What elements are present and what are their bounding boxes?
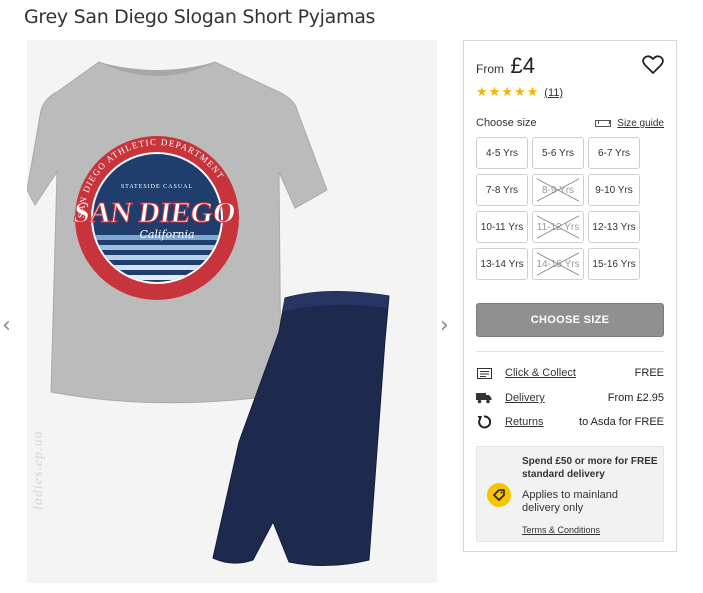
product-image[interactable]: STATESIDE CASUAL SAN DIEGO California SA… <box>27 40 437 583</box>
terms-conditions-link[interactable]: Terms & Conditions <box>522 525 600 535</box>
promo-body: Applies to mainland delivery only <box>522 489 619 514</box>
size-option[interactable]: 12-13 Yrs <box>588 211 640 243</box>
size-guide-link[interactable]: Size guide <box>595 118 664 129</box>
purchase-panel: From £4 ★ ★ ★ ★ ★ (11) Choose size Size … <box>463 40 677 552</box>
watermark: ladies.ep.ua <box>31 430 46 510</box>
choose-size-label: Choose size <box>476 117 537 129</box>
print-main-text: SAN DIEGO <box>72 197 238 229</box>
price-tag-icon <box>487 483 511 507</box>
choose-size-button[interactable]: CHOOSE SIZE <box>476 303 664 337</box>
size-option[interactable]: 13-14 Yrs <box>476 248 528 280</box>
size-option-label: 13-14 Yrs <box>480 258 524 270</box>
out-of-stock-cross-icon <box>536 178 580 202</box>
star-icon: ★ <box>476 85 488 100</box>
out-of-stock-cross-icon <box>536 215 580 239</box>
size-guide-label: Size guide <box>617 118 664 129</box>
gallery-prev-arrow[interactable]: ‹ <box>2 313 11 338</box>
size-option-label: 5-6 Yrs <box>541 147 575 159</box>
returns-link[interactable]: Returns <box>505 416 544 428</box>
product-title: Grey San Diego Slogan Short Pyjamas <box>24 6 376 28</box>
ruler-icon <box>595 120 612 127</box>
size-option-label: 9-10 Yrs <box>595 184 633 196</box>
size-option-label: 15-16 Yrs <box>592 258 636 270</box>
size-option[interactable]: 7-8 Yrs <box>476 174 528 206</box>
print-script-text: California <box>139 228 194 241</box>
price-value: £4 <box>510 53 535 78</box>
size-option[interactable]: 14-15 Yrs <box>532 248 584 280</box>
delivery-row-returns: Returns to Asda for FREE <box>476 413 664 431</box>
size-option[interactable]: 15-16 Yrs <box>588 248 640 280</box>
print-top-text: STATESIDE CASUAL <box>121 184 193 190</box>
delivery-truck-icon <box>476 391 492 405</box>
wishlist-heart-icon[interactable] <box>642 55 664 75</box>
out-of-stock-cross-icon <box>536 252 580 276</box>
price: From £4 <box>476 53 535 79</box>
rating: ★ ★ ★ ★ ★ (11) <box>476 85 563 100</box>
free-delivery-promo: Spend £50 or more for FREE standard deli… <box>476 446 664 542</box>
promo-headline: Spend £50 or more for FREE standard deli… <box>522 456 658 480</box>
click-collect-link[interactable]: Click & Collect <box>505 367 576 379</box>
review-count-link[interactable]: (11) <box>544 87 563 99</box>
delivery-row-click-collect: Click & Collect FREE <box>476 364 664 382</box>
size-option-label: 6-7 Yrs <box>597 147 631 159</box>
size-grid: 4-5 Yrs 5-6 Yrs 6-7 Yrs 7-8 Yrs 8-9 Yrs 9-10 … <box>476 137 666 280</box>
size-option[interactable]: 11-12 Yrs <box>532 211 584 243</box>
size-option[interactable]: 5-6 Yrs <box>532 137 584 169</box>
size-option-label: 4-5 Yrs <box>485 147 519 159</box>
delivery-link[interactable]: Delivery <box>505 392 545 404</box>
size-option[interactable]: 8-9 Yrs <box>532 174 584 206</box>
delivery-row-delivery: Delivery From £2.95 <box>476 389 664 407</box>
gallery-next-arrow[interactable]: › <box>440 313 449 338</box>
star-icon: ★ <box>488 85 501 100</box>
size-option-label: 7-8 Yrs <box>485 184 519 196</box>
returns-icon <box>476 415 492 429</box>
click-collect-icon <box>476 366 492 380</box>
star-icon: ★ <box>526 85 539 100</box>
size-option-label: 10-11 Yrs <box>480 221 524 233</box>
star-icon: ★ <box>513 85 526 100</box>
size-option[interactable]: 4-5 Yrs <box>476 137 528 169</box>
size-option[interactable]: 9-10 Yrs <box>588 174 640 206</box>
size-option[interactable]: 6-7 Yrs <box>588 137 640 169</box>
price-from-label: From <box>476 62 504 76</box>
size-option-label: 12-13 Yrs <box>592 221 636 233</box>
size-option[interactable]: 10-11 Yrs <box>476 211 528 243</box>
divider <box>476 351 664 352</box>
pyjamas-image: STATESIDE CASUAL SAN DIEGO California SA… <box>27 61 390 567</box>
delivery-value: From £2.95 <box>607 392 664 404</box>
star-icon: ★ <box>501 85 513 100</box>
returns-value: to Asda for FREE <box>579 416 664 428</box>
click-collect-value: FREE <box>634 367 664 379</box>
